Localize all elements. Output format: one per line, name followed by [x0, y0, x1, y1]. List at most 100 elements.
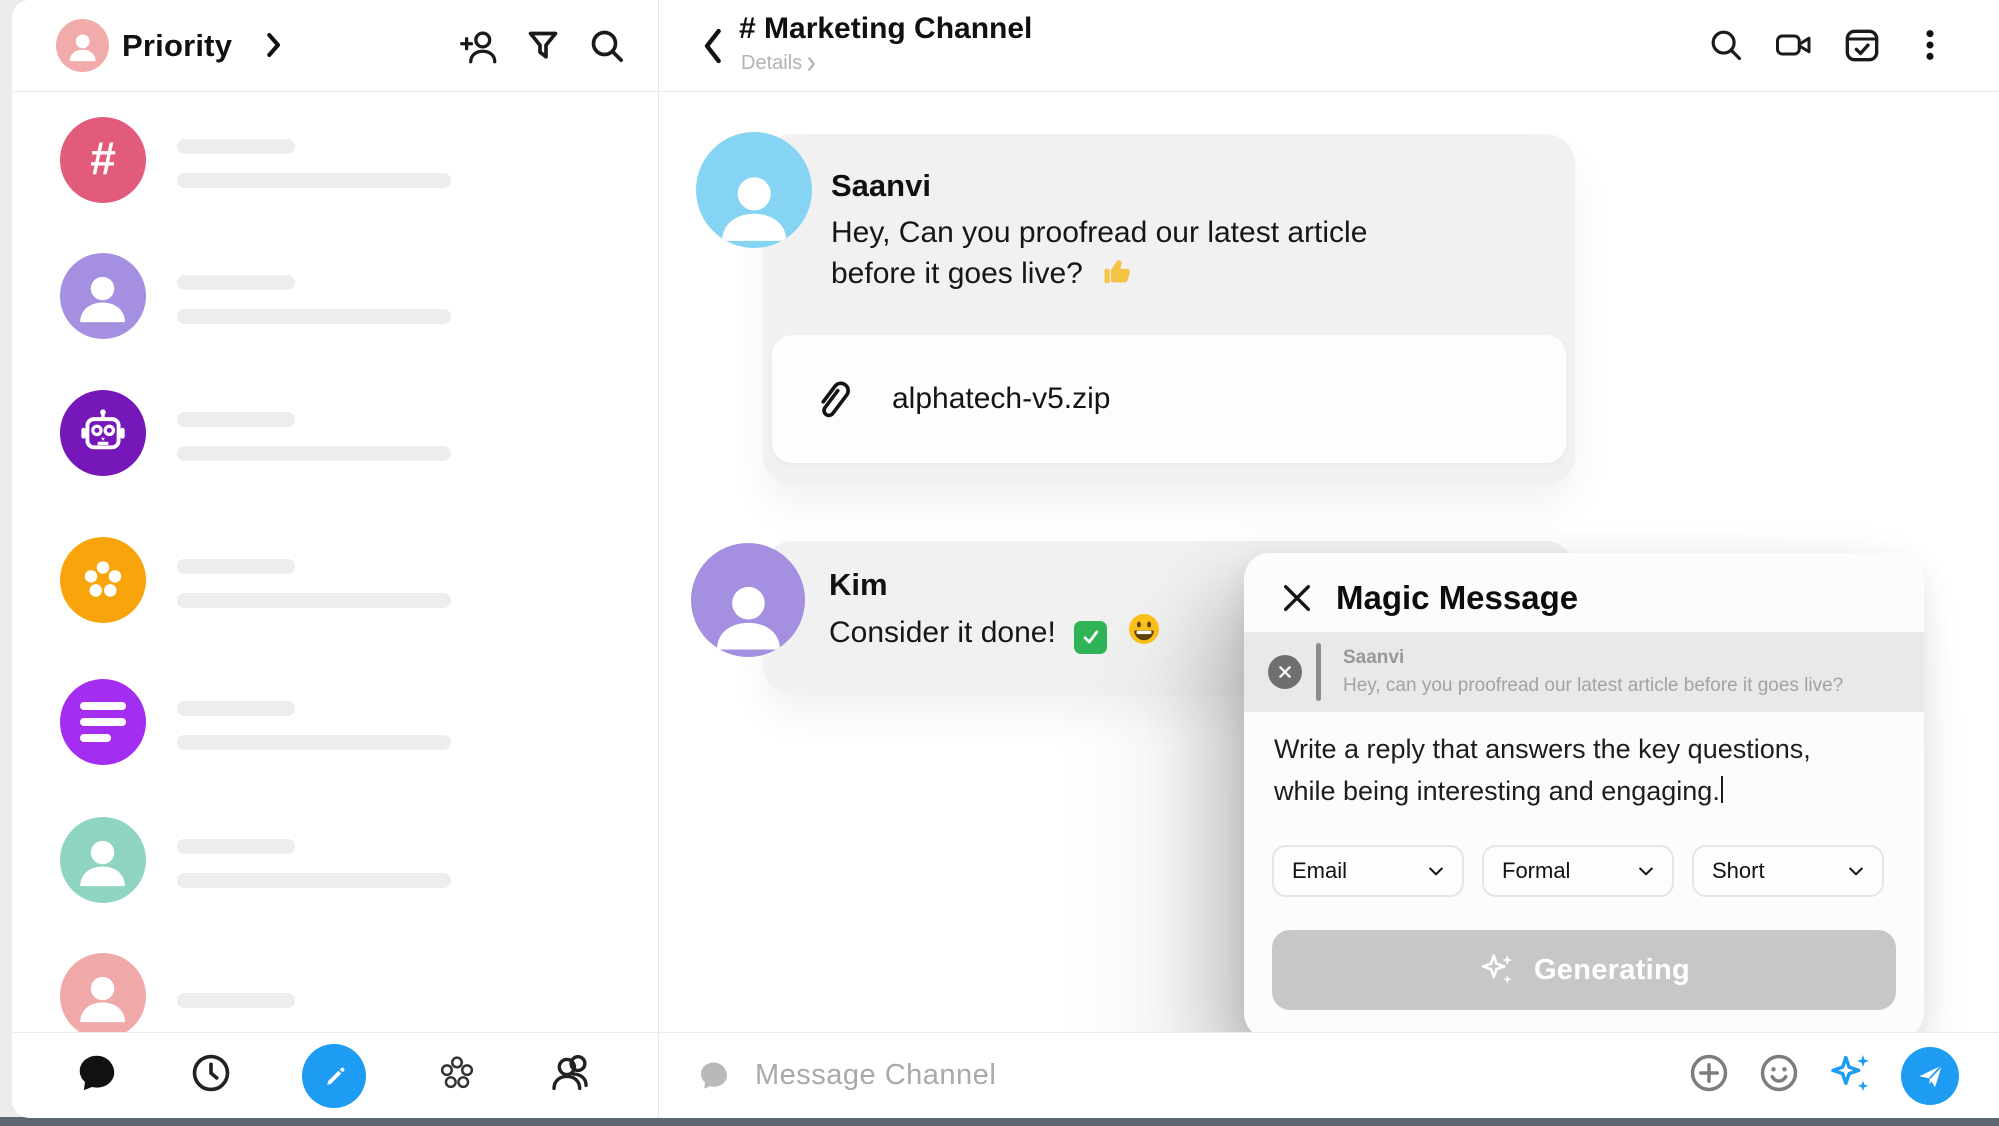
- video-call-icon[interactable]: [1773, 24, 1815, 66]
- person-silhouette-icon: [62, 25, 103, 66]
- contact-avatar: [60, 953, 146, 1032]
- paperclip-icon: [810, 374, 856, 425]
- workspace-chevron-icon[interactable]: [260, 30, 286, 65]
- sidebar-item-app[interactable]: [60, 537, 451, 623]
- emoji-icon[interactable]: [1757, 1051, 1801, 1100]
- app-stage: Priority: [0, 0, 1999, 1126]
- person-silhouette-icon: [709, 158, 799, 248]
- tone-dropdown[interactable]: Formal: [1482, 845, 1674, 897]
- placeholder-subtitle-bar: [177, 593, 451, 608]
- window-bottom-edge: [0, 1117, 1999, 1126]
- generating-label: Generating: [1534, 954, 1690, 987]
- dropdown-value: Short: [1712, 858, 1765, 884]
- tasks-icon[interactable]: [1841, 24, 1883, 66]
- attachment-filename: alphatech-v5.zip: [892, 382, 1110, 416]
- placeholder-title-bar: [177, 275, 295, 290]
- chat-bubble-icon: [695, 1057, 733, 1095]
- placeholder-title-bar: [177, 559, 295, 574]
- workspace-avatar[interactable]: [56, 19, 109, 72]
- message-text-line2: before it goes live?: [831, 257, 1083, 290]
- placeholder-subtitle-bar: [177, 173, 451, 188]
- grinning-face-emoji: [1126, 611, 1162, 658]
- placeholder-subtitle-bar: [177, 309, 451, 324]
- quote-author: Saanvi: [1343, 647, 1843, 669]
- history-clock-icon[interactable]: [188, 1050, 234, 1101]
- sidebar-item-contact[interactable]: [60, 817, 451, 903]
- prompt-input[interactable]: Write a reply that answers the key quest…: [1274, 729, 1811, 813]
- placeholder-subtitle-bar: [177, 446, 451, 461]
- search-icon[interactable]: [586, 25, 628, 67]
- channel-title: # Marketing Channel: [739, 12, 1032, 46]
- message-input[interactable]: Message Channel: [695, 1033, 996, 1118]
- attach-plus-icon[interactable]: [1687, 1051, 1731, 1100]
- search-icon[interactable]: [1705, 24, 1747, 66]
- send-button[interactable]: [1901, 1047, 1959, 1105]
- compose-button[interactable]: [302, 1044, 366, 1108]
- chevron-down-icon: [1846, 861, 1866, 881]
- filter-icon[interactable]: [522, 25, 564, 67]
- contact-avatar: [60, 253, 146, 339]
- chat-topbar: # Marketing Channel Details: [659, 0, 1999, 92]
- sidebar-item-notes[interactable]: [60, 679, 451, 765]
- panel-divider: [658, 0, 659, 1118]
- placeholder-title-bar: [177, 139, 295, 154]
- magic-panel-title: Magic Message: [1336, 579, 1578, 617]
- chevron-down-icon: [1426, 861, 1446, 881]
- thumbs-up-emoji: [1101, 254, 1135, 299]
- saanvi-message-bubble: Saanvi Hey, Can you proofread our latest…: [763, 134, 1575, 485]
- format-dropdown[interactable]: Email: [1272, 845, 1464, 897]
- details-chevron-icon: [806, 56, 817, 72]
- close-icon[interactable]: [1280, 581, 1314, 615]
- person-silhouette-icon: [704, 568, 793, 657]
- placeholder-subtitle-bar: [177, 735, 451, 750]
- person-silhouette-icon: [69, 962, 136, 1029]
- sidebar-panel: Priority: [12, 0, 658, 1118]
- generating-button[interactable]: Generating: [1272, 930, 1896, 1010]
- app-window: Priority: [12, 0, 1999, 1118]
- message-list: Saanvi Hey, Can you proofread our latest…: [659, 92, 1999, 1032]
- channel-details-link[interactable]: Details: [741, 52, 817, 75]
- check-mark-emoji: [1074, 621, 1107, 654]
- add-person-icon[interactable]: [458, 25, 500, 67]
- message-text-line1: Hey, Can you proofread our latest articl…: [831, 216, 1367, 249]
- quote-accent-bar: [1316, 643, 1321, 701]
- kim-avatar[interactable]: [691, 543, 805, 657]
- message-text: Consider it done!: [829, 616, 1056, 649]
- dots-cluster-icon: [78, 555, 128, 605]
- back-chevron-icon[interactable]: [699, 26, 725, 71]
- remove-quote-button[interactable]: [1268, 655, 1302, 689]
- hash-icon: #: [90, 135, 116, 185]
- placeholder-title-bar: [177, 412, 295, 427]
- quoted-message: Saanvi Hey, can you proofread our latest…: [1244, 632, 1924, 712]
- apps-dots-icon[interactable]: [434, 1050, 480, 1101]
- magic-sparkles-icon[interactable]: [1827, 1049, 1875, 1102]
- contacts-people-icon[interactable]: [548, 1049, 596, 1102]
- bot-avatar: [60, 390, 146, 476]
- sidebar-item-contact[interactable]: [60, 953, 295, 1032]
- chats-tab-icon[interactable]: [74, 1050, 120, 1101]
- placeholder-title-bar: [177, 839, 295, 854]
- paper-plane-icon: [1915, 1061, 1945, 1091]
- channel-list: #: [12, 92, 658, 1032]
- more-menu-icon[interactable]: [1909, 24, 1951, 66]
- placeholder-subtitle-bar: [177, 873, 451, 888]
- chat-panel: # Marketing Channel Details: [659, 0, 1999, 1118]
- app-avatar: [60, 537, 146, 623]
- length-dropdown[interactable]: Short: [1692, 845, 1884, 897]
- placeholder-title-bar: [177, 701, 295, 716]
- prompt-line1: Write a reply that answers the key quest…: [1274, 734, 1811, 764]
- workspace-title[interactable]: Priority: [122, 28, 232, 64]
- sidebar-item-channel[interactable]: #: [60, 117, 451, 203]
- sidebar-item-bot[interactable]: [60, 390, 451, 476]
- channel-hash-avatar: #: [60, 117, 146, 203]
- saanvi-avatar[interactable]: [696, 132, 812, 248]
- quote-text: Hey, can you proofread our latest articl…: [1343, 675, 1843, 697]
- details-label: Details: [741, 52, 802, 75]
- sparkles-icon: [1478, 950, 1518, 990]
- pencil-icon: [319, 1061, 349, 1091]
- attachment-card[interactable]: alphatech-v5.zip: [772, 335, 1566, 463]
- text-lines-icon: [80, 702, 126, 742]
- chevron-down-icon: [1636, 861, 1656, 881]
- sidebar-item-contact[interactable]: [60, 253, 451, 339]
- person-silhouette-icon: [69, 826, 136, 893]
